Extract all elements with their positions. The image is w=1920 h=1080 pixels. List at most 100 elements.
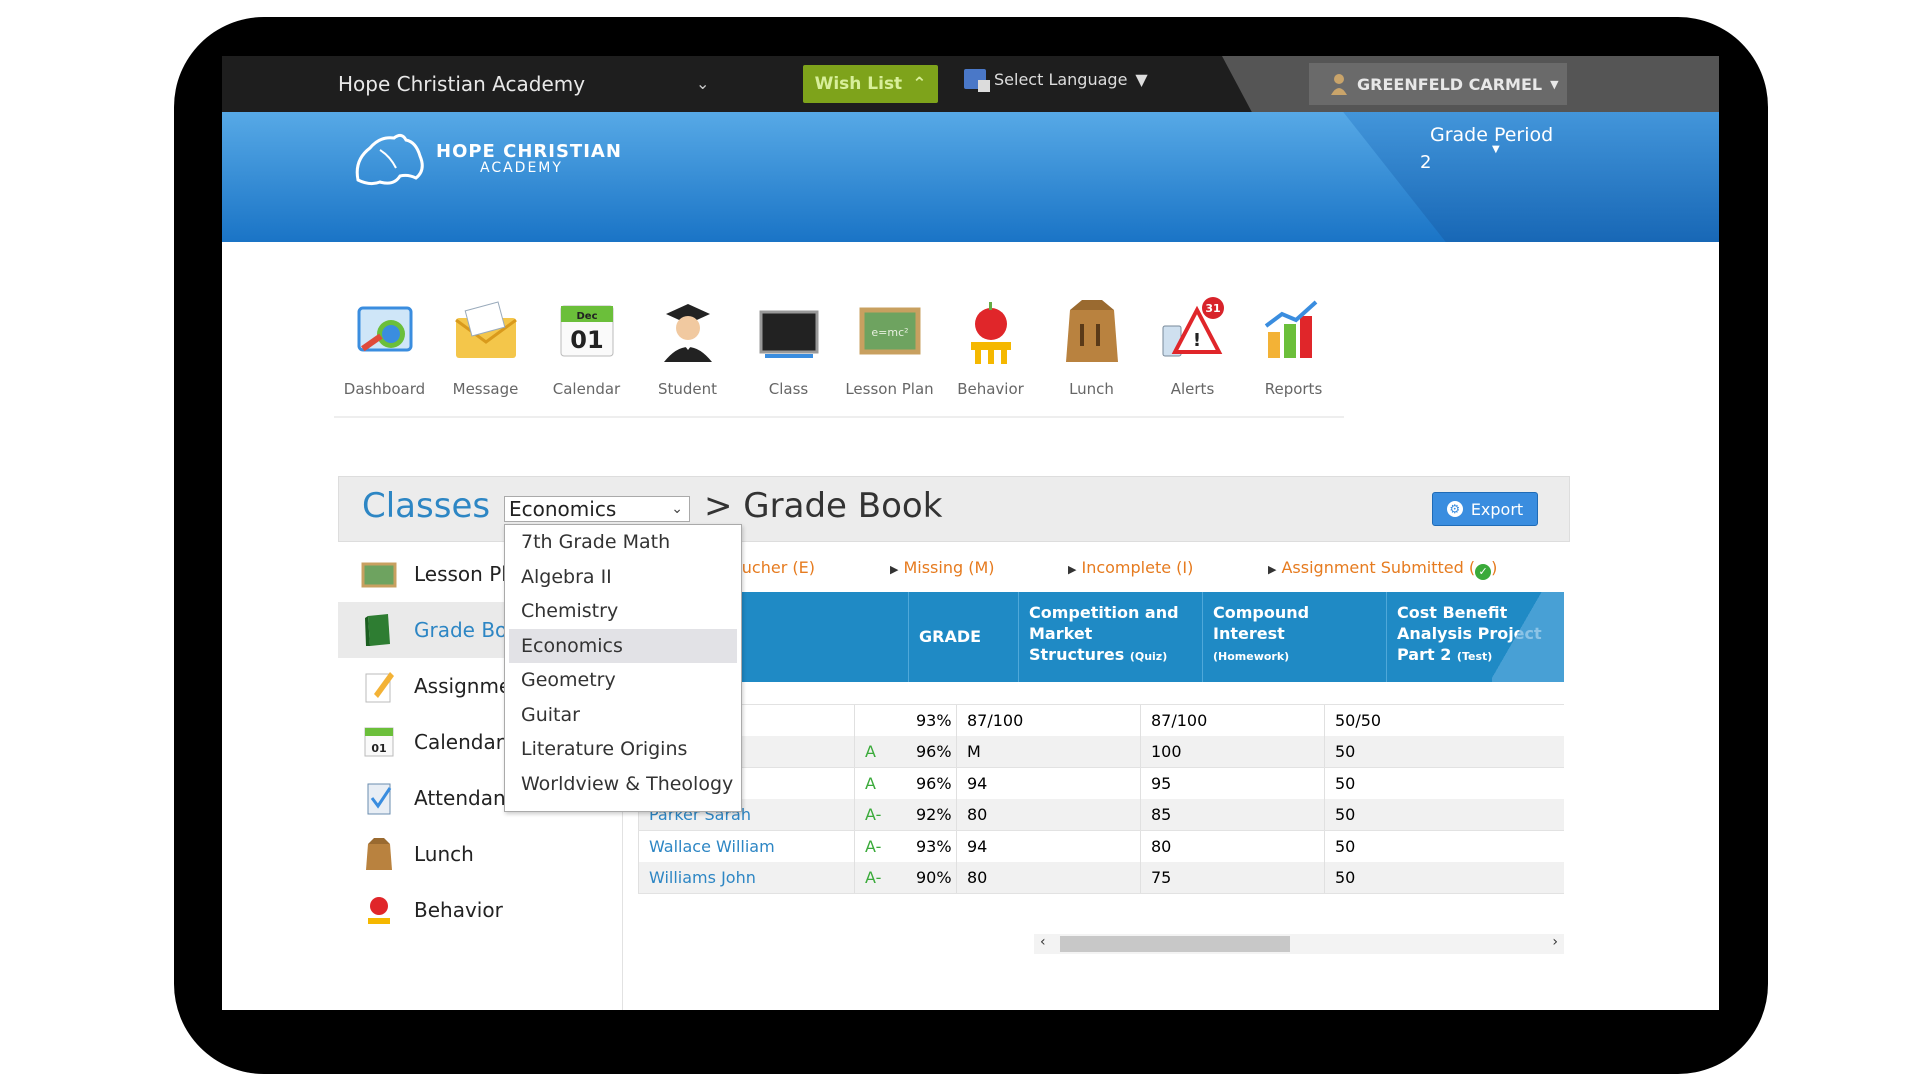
export-button[interactable]: ⚙ Export <box>1432 492 1538 526</box>
column-header-assignment[interactable]: Competition and Market Structures (Quiz) <box>1018 592 1202 682</box>
school-logo[interactable]: HOPE CHRISTIAN ACADEMY <box>350 130 622 188</box>
table-cell: 75 <box>1140 862 1324 893</box>
nav-label: Lunch <box>1069 380 1114 398</box>
calendar-month: Dec <box>576 311 597 322</box>
nav-lesson-plan[interactable]: e=mc² Lesson Plan <box>839 296 940 406</box>
dropdown-option[interactable]: Literature Origins <box>509 732 737 767</box>
grade-period-value[interactable]: 2 <box>1420 152 1431 173</box>
caret-down-icon[interactable]: ▼ <box>1492 144 1500 155</box>
table-cell: 96% <box>916 773 952 793</box>
legend-incomplete: ▶ Incomplete (I) <box>1068 558 1193 577</box>
dropdown-option[interactable]: Chemistry <box>509 594 737 629</box>
table-cell: 94 <box>956 830 1140 862</box>
horizontal-scrollbar[interactable]: ‹ › <box>1034 934 1564 954</box>
chevron-down-icon[interactable]: ⌄ <box>696 74 709 93</box>
language-label: Select Language <box>994 69 1128 89</box>
gear-icon: ⚙ <box>1446 501 1463 517</box>
lunch-bag-icon <box>1065 300 1118 362</box>
menu-behavior[interactable]: Behavior <box>338 882 622 938</box>
apple-icon <box>368 897 390 924</box>
nav-label: Message <box>452 380 519 398</box>
chalkboard-icon: e=mc² <box>859 307 920 355</box>
calendar-day: 01 <box>371 742 386 755</box>
header-type: (Test) <box>1456 650 1493 663</box>
lunch-bag-icon <box>366 838 392 870</box>
table-cell: 50 <box>1324 767 1564 799</box>
wish-list-button[interactable]: Wish List ⌃ <box>803 65 938 103</box>
table-cell: 96% <box>916 742 952 762</box>
nav-reports[interactable]: Reports <box>1243 296 1344 406</box>
scrollbar-thumb[interactable] <box>1060 936 1290 952</box>
nav-calendar[interactable]: Dec 01 Calendar <box>536 296 637 406</box>
apple-icon <box>970 302 1011 364</box>
screen-icon <box>759 310 818 358</box>
dropdown-option[interactable]: Geometry <box>509 663 737 698</box>
nav-label: Calendar <box>552 380 621 398</box>
column-header-assignment[interactable]: Compound Interest (Homework) <box>1202 592 1386 682</box>
header-type: (Quiz) <box>1129 650 1168 663</box>
chart-icon <box>1264 300 1317 358</box>
table-cell: 50/50 <box>1324 705 1564 736</box>
table-cell: 90% <box>916 868 952 887</box>
user-name: GREENFELD CARMEL <box>1357 74 1543 94</box>
dropdown-option-selected[interactable]: Economics <box>509 628 737 663</box>
chevron-left-icon[interactable]: ‹ <box>1040 934 1046 950</box>
legend-text: Incomplete (I) <box>1081 558 1194 577</box>
dropdown-option[interactable]: 7th Grade Math <box>509 525 737 560</box>
nav-behavior[interactable]: Behavior <box>940 296 1041 406</box>
legend-submitted: ▶ Assignment Submitted (✓) <box>1268 558 1498 580</box>
nav-message[interactable]: Message <box>435 296 536 406</box>
table-cell: 100 <box>1140 736 1324 768</box>
user-menu-button[interactable]: GREENFELD CARMEL ▼ <box>1309 63 1567 105</box>
column-header-grade[interactable]: GRADE <box>908 592 1018 682</box>
legend-missing: ▶ Missing (M) <box>890 558 995 577</box>
table-cell: 80 <box>1140 830 1324 862</box>
app-screen: Hope Christian Academy ⌄ Wish List ⌃ Sel… <box>222 56 1719 1010</box>
logo-line2: ACADEMY <box>480 159 563 176</box>
calendar-icon: Dec 01 <box>560 305 613 357</box>
clipboard-icon <box>367 783 392 815</box>
nav-student[interactable]: Student <box>637 296 738 406</box>
caret-down-icon: ▼ <box>1135 69 1148 89</box>
book-icon <box>365 614 390 646</box>
translate-icon <box>964 69 990 92</box>
svg-text:!: ! <box>1192 330 1200 351</box>
table-cell: 85 <box>1140 799 1324 831</box>
header-shade <box>1492 592 1564 682</box>
dropdown-option[interactable]: Worldview & Theology <box>509 767 737 802</box>
table-cell: 80 <box>956 862 1140 893</box>
nav-label: Dashboard <box>343 380 426 398</box>
grade-period-label[interactable]: Grade Period <box>1430 124 1553 146</box>
table-cell: 93% <box>916 836 952 856</box>
nav-label: Student <box>657 380 718 398</box>
nav-class[interactable]: Class <box>738 296 839 406</box>
table-cell: 80 <box>956 799 1140 831</box>
class-select[interactable]: Economics ⌄ <box>504 496 690 522</box>
table-cell: A- <box>854 830 906 862</box>
nav-label: Behavior <box>957 380 1024 398</box>
table-cell: 50 <box>1324 862 1564 893</box>
language-selector[interactable]: Select Language ▼ <box>964 69 1148 92</box>
alert-badge: 31 <box>1205 302 1220 315</box>
nav-label: Alerts <box>1170 380 1215 398</box>
menu-lunch[interactable]: Lunch <box>338 826 622 882</box>
dropdown-option[interactable]: Guitar <box>509 698 737 733</box>
table-cell: 50 <box>1324 736 1564 768</box>
legend-text: oucher (E) <box>732 558 815 577</box>
dropdown-option[interactable]: Algebra II <box>509 560 737 595</box>
chevron-right-icon[interactable]: › <box>1552 934 1558 950</box>
nav-dashboard[interactable]: Dashboard <box>334 296 435 406</box>
school-selector[interactable]: Hope Christian Academy <box>338 72 585 96</box>
nav-lunch[interactable]: Lunch <box>1041 296 1142 406</box>
student-name-link[interactable]: Williams John <box>638 862 854 893</box>
logo-line1: HOPE CHRISTIAN <box>436 140 622 162</box>
nav-label: Class <box>768 380 809 398</box>
calendar-icon: 01 <box>364 727 394 757</box>
legend-text: Assignment Submitted ( <box>1281 558 1476 577</box>
wish-list-label: Wish List <box>814 74 903 94</box>
student-name-link[interactable]: Wallace William <box>638 830 854 862</box>
nav-alerts[interactable]: ! 31 Alerts <box>1142 296 1243 406</box>
dashboard-icon <box>357 306 412 352</box>
class-dropdown: 7th Grade Math Algebra II Chemistry Econ… <box>504 524 742 812</box>
header-label: GRADE <box>919 627 982 646</box>
